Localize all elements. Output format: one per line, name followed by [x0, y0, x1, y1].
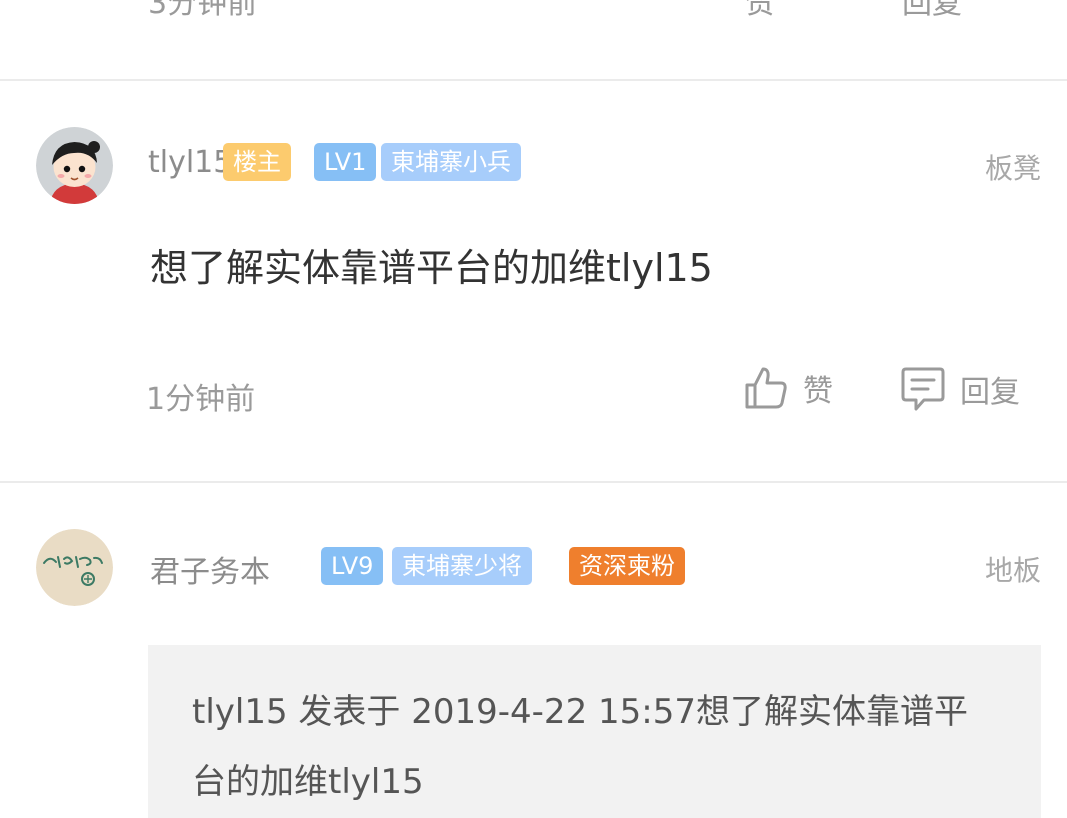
level-badge: LV1 — [314, 143, 377, 181]
like-button[interactable]: 赞 — [745, 0, 775, 22]
post-time: 1分钟前 — [146, 382, 256, 417]
title-badge: 東埔寨少将 — [392, 547, 532, 585]
avatar-handwriting-icon — [36, 529, 113, 606]
post-content: 想了解实体靠谱平台的加维tlyl15 — [150, 246, 713, 290]
post-time: 3分钟前 — [148, 0, 258, 21]
floor-label: 地板 — [984, 554, 1041, 587]
reply-label: 回复 — [960, 375, 1020, 410]
thumbs-up-icon — [745, 367, 787, 409]
like-label: 赞 — [803, 374, 833, 409]
quote-author: tlyl15 — [192, 692, 288, 732]
username[interactable]: 君子务本 — [150, 547, 270, 591]
avatar[interactable] — [36, 529, 113, 606]
avatar[interactable] — [36, 127, 113, 204]
title-badge: 東埔寨小兵 — [381, 143, 521, 181]
like-button[interactable]: 赞 — [743, 365, 833, 411]
comment-icon — [901, 367, 945, 411]
reply-button[interactable]: 回复 — [900, 365, 1020, 413]
like-label: 赞 — [745, 0, 775, 21]
host-badge: 楼主 — [223, 143, 291, 181]
comment-post: tlyl15 楼主 LV1 東埔寨小兵 板凳 想了解实体靠谱平台的加维tlyl1… — [0, 81, 1067, 481]
quote-action: 发表于 — [298, 692, 401, 732]
previous-post-footer: 3分钟前 赞 回复 — [0, 0, 1067, 80]
reply-label: 回复 — [902, 0, 962, 21]
floor-label: 板凳 — [984, 152, 1041, 185]
avatar-girl-icon — [36, 127, 113, 204]
reply-button[interactable]: 回复 — [902, 0, 962, 22]
quote-text: tlyl15 发表于 2019-4-22 15:57想了解实体靠谱平台的加维tl… — [192, 677, 972, 817]
quote-date: 2019-4-22 — [411, 692, 588, 732]
username[interactable]: tlyl15 — [148, 145, 232, 180]
quote-time: 15:57 — [598, 692, 696, 732]
level-badge: LV9 — [321, 547, 384, 585]
veteran-badge: 资深柬粉 — [569, 547, 685, 585]
quoted-reply: tlyl15 发表于 2019-4-22 15:57想了解实体靠谱平台的加维tl… — [148, 645, 1041, 818]
